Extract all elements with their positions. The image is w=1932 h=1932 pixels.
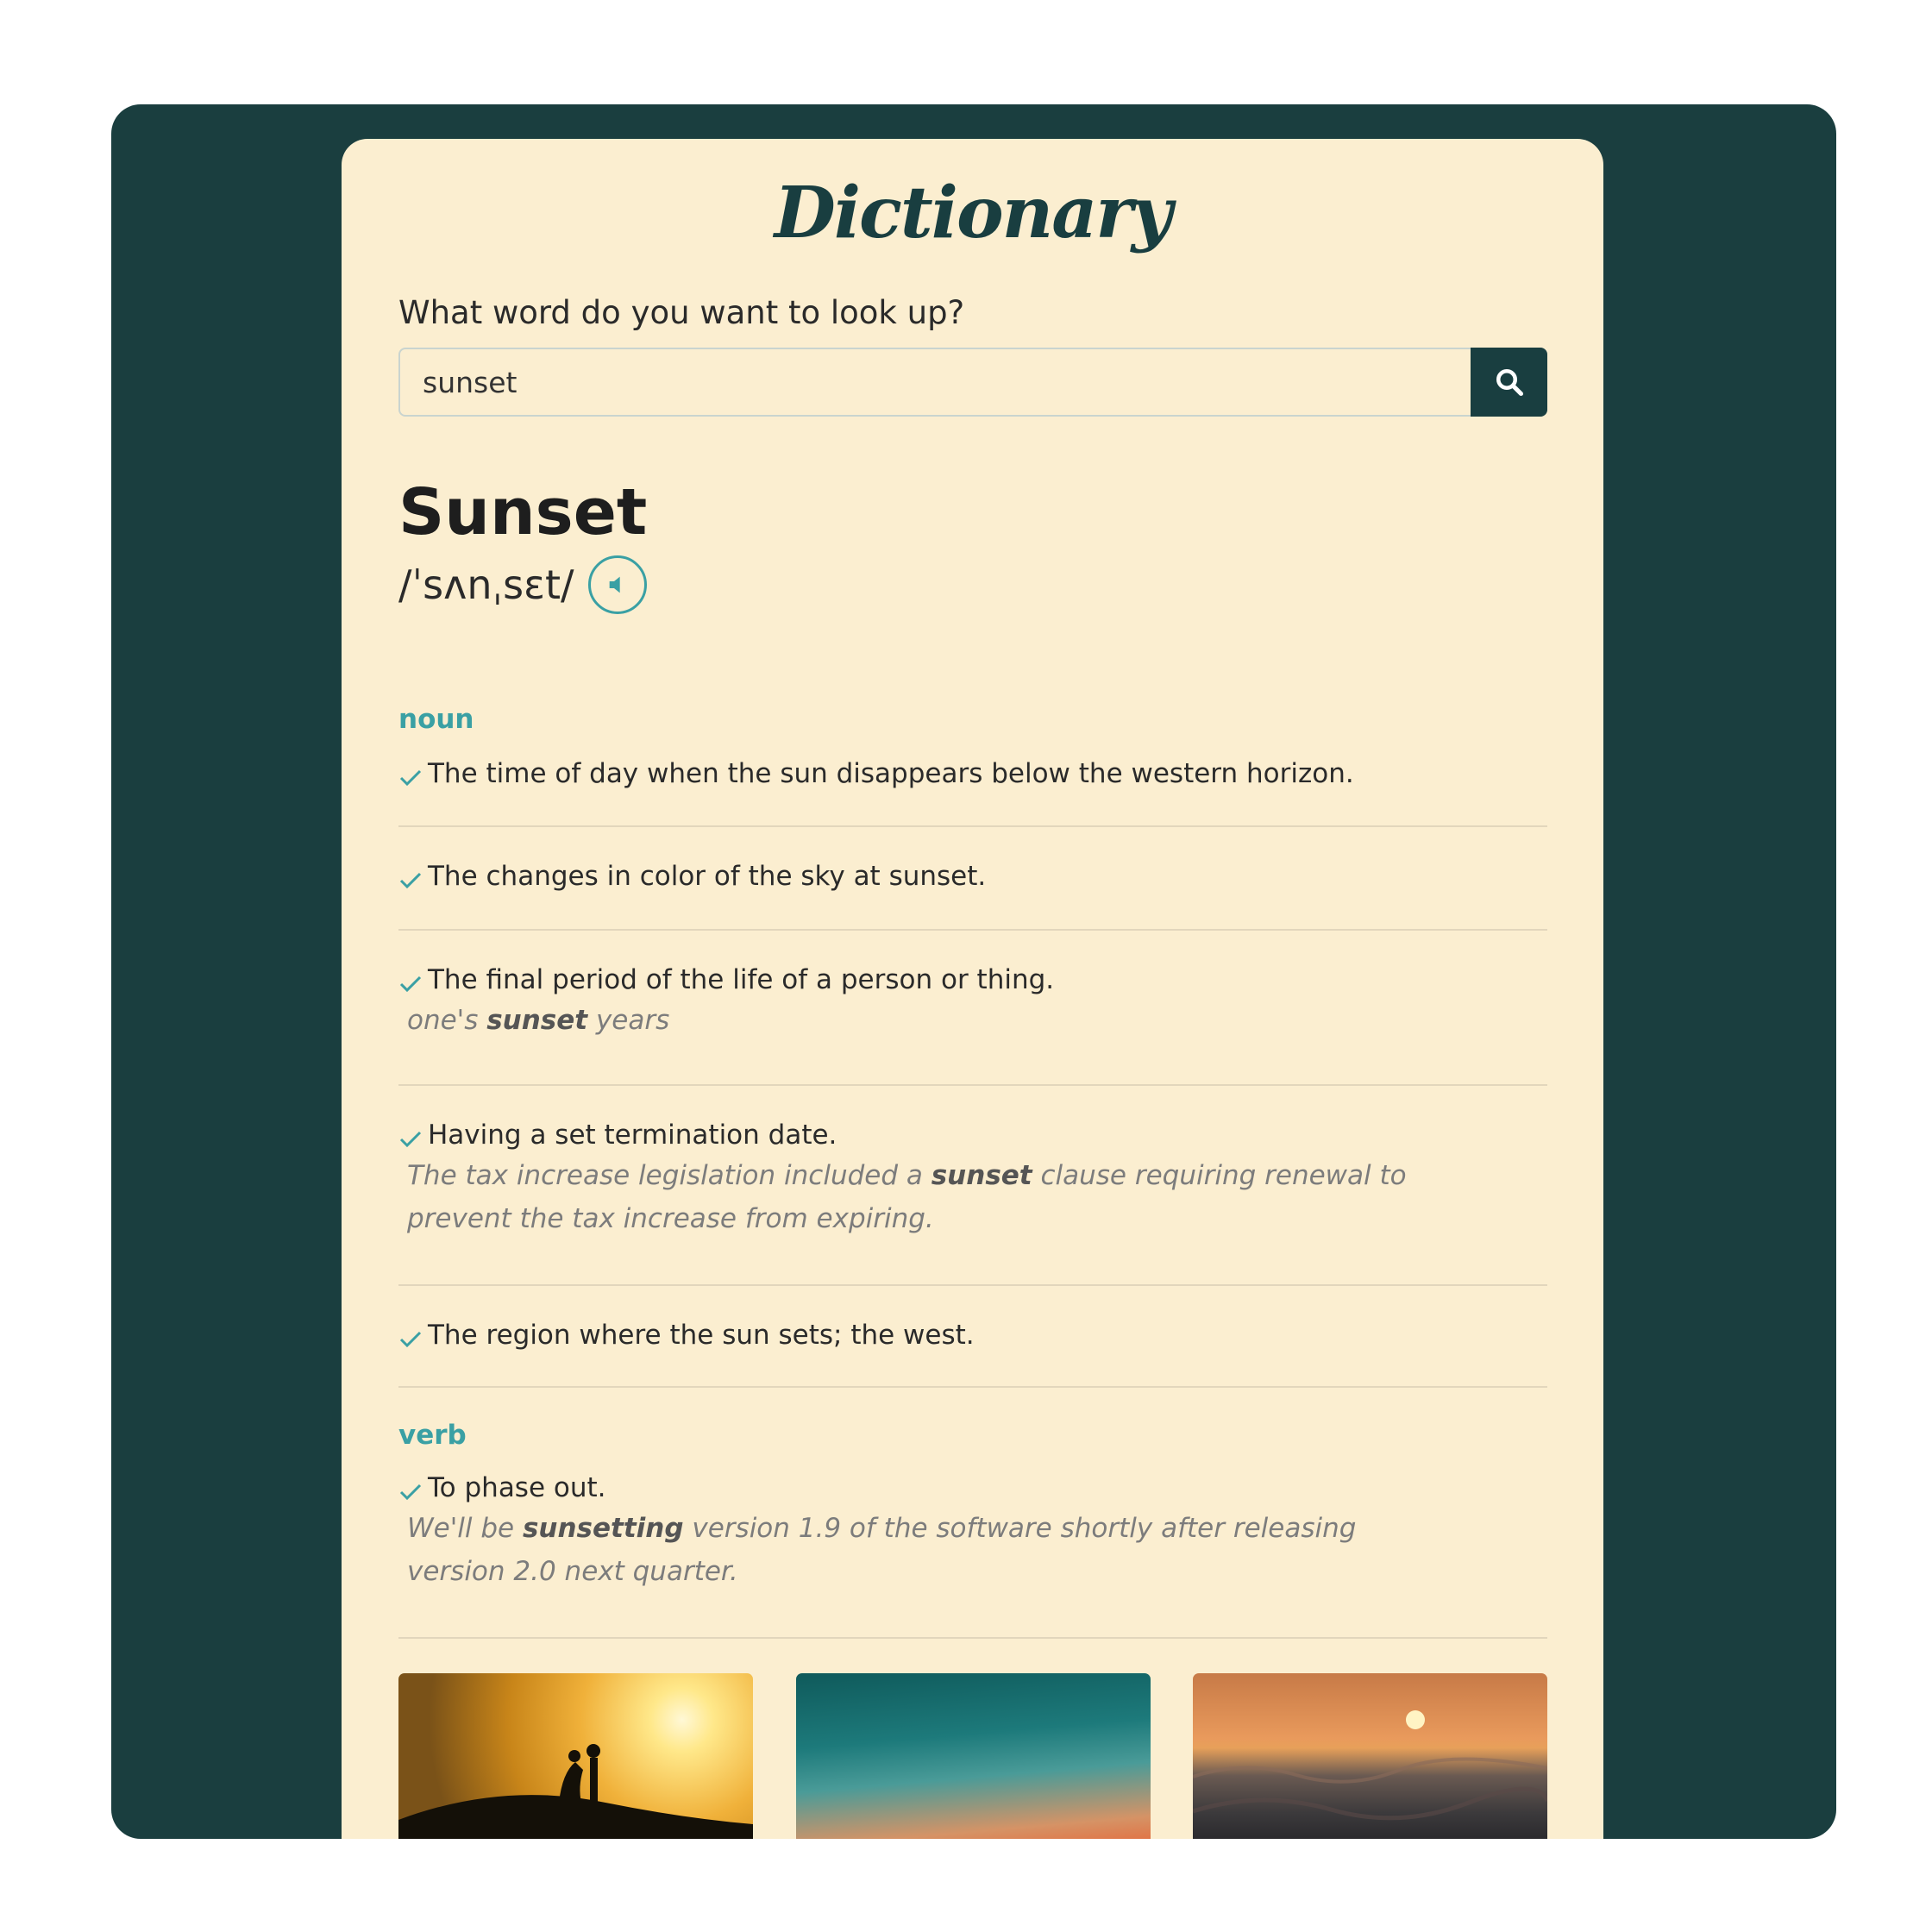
- definition-text: The changes in color of the sky at sunse…: [428, 861, 987, 892]
- search-prompt: What word do you want to look up?: [398, 294, 965, 331]
- definition-example: The tax increase legislation included a …: [407, 1160, 1407, 1234]
- definition-text: The time of day when the sun disappears …: [428, 758, 1354, 789]
- part-of-speech-noun: noun: [398, 704, 474, 735]
- example-highlight: sunset: [486, 1005, 588, 1036]
- check-icon: [399, 1484, 422, 1501]
- speaker-icon: [609, 576, 620, 593]
- divider: [398, 1084, 1547, 1086]
- check-icon: [399, 769, 422, 787]
- divider: [398, 929, 1547, 931]
- divider: [398, 1386, 1547, 1388]
- sunset-photo-sky[interactable]: [796, 1673, 1151, 1839]
- definition-text: The region where the sun sets; the west.: [428, 1320, 975, 1351]
- dictionary-card: Dictionary What word do you want to look…: [342, 139, 1603, 1839]
- app-logo: Dictionary: [774, 172, 1173, 254]
- play-audio-button[interactable]: [588, 555, 647, 614]
- part-of-speech-verb: verb: [398, 1420, 467, 1451]
- search-form: [398, 348, 1547, 417]
- check-icon: [399, 975, 422, 993]
- divider: [398, 1284, 1547, 1286]
- phonetic-text: /ˈsʌnˌsɛt/: [398, 561, 574, 608]
- definition-text: To phase out.: [428, 1472, 606, 1503]
- search-input[interactable]: [400, 349, 1471, 415]
- example-highlight: sunset: [931, 1160, 1032, 1191]
- divider: [398, 825, 1547, 827]
- sunset-photo-couple[interactable]: [398, 1673, 753, 1839]
- sun-over-sea-graphic: [1193, 1710, 1547, 1821]
- check-icon: [399, 1131, 422, 1148]
- word-heading: Sunset: [398, 475, 648, 549]
- search-button[interactable]: [1471, 348, 1547, 417]
- check-icon: [399, 872, 422, 889]
- definition-example: We'll be sunsetting version 1.9 of the s…: [407, 1513, 1357, 1587]
- divider: [398, 1637, 1547, 1639]
- check-icon: [399, 1331, 422, 1348]
- definition-text: Having a set termination date.: [428, 1120, 837, 1151]
- silhouette-graphic: [398, 1744, 753, 1839]
- definition-text: The final period of the life of a person…: [428, 964, 1055, 995]
- example-highlight: sunsetting: [522, 1513, 684, 1544]
- search-icon: [1496, 369, 1523, 397]
- definition-example: one's sunset years: [407, 1005, 670, 1036]
- sunset-photo-sea[interactable]: [1193, 1673, 1547, 1839]
- app-frame: Dictionary What word do you want to look…: [111, 104, 1836, 1839]
